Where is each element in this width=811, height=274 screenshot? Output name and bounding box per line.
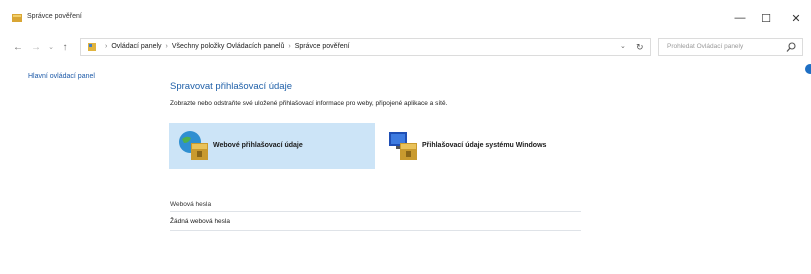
minimize-button[interactable]: — bbox=[728, 6, 752, 30]
recent-locations-button[interactable]: ⌄ bbox=[44, 39, 58, 55]
address-bar[interactable]: › Ovládací panely › Všechny položky Ovládac… bbox=[80, 38, 651, 56]
web-passwords-empty-message: Žádná webová hesla bbox=[170, 215, 581, 231]
back-button[interactable]: ← bbox=[11, 39, 25, 55]
help-icon[interactable] bbox=[804, 64, 811, 74]
navigation-bar: ← → ⌄ ↑ › Ovládací panely › Všechny položky… bbox=[0, 36, 811, 58]
web-passwords-header[interactable]: Webová hesla bbox=[170, 199, 581, 212]
breadcrumb-control-panel[interactable]: Ovládací panely bbox=[111, 43, 161, 50]
control-panel-icon bbox=[88, 43, 96, 51]
breadcrumb-separator: › bbox=[105, 43, 108, 50]
title-bar: Správce pověření — ☐ ✕ bbox=[0, 0, 811, 36]
breadcrumb-credential-manager[interactable]: Správce pověření bbox=[295, 43, 350, 50]
sidebar-link-control-panel-home[interactable]: Hlavní ovládací panel bbox=[28, 71, 95, 82]
address-history-button[interactable]: ⌄ bbox=[620, 41, 626, 53]
breadcrumb: › Ovládací panely › Všechny položky Ovládac… bbox=[101, 41, 350, 53]
web-credentials-label: Webové přihlašovací údaje bbox=[213, 142, 303, 149]
page-title: Spravovat přihlašovací údaje bbox=[170, 81, 292, 92]
forward-button[interactable]: → bbox=[29, 39, 43, 55]
breadcrumb-separator: › bbox=[288, 43, 291, 50]
windows-credentials-label: Přihlašovací údaje systému Windows bbox=[422, 142, 547, 149]
search-input[interactable]: Prohledat Ovládací panely bbox=[667, 41, 743, 53]
search-icon bbox=[786, 42, 796, 52]
search-box[interactable]: Prohledat Ovládací panely bbox=[658, 38, 803, 56]
up-button[interactable]: ↑ bbox=[58, 39, 72, 55]
windows-credentials-tile[interactable]: Přihlašovací údaje systému Windows bbox=[378, 123, 584, 169]
windows-credentials-icon bbox=[389, 132, 417, 160]
credential-manager-icon bbox=[12, 14, 22, 22]
close-button[interactable]: ✕ bbox=[784, 6, 808, 30]
page-description: Zobrazte nebo odstraňte své uložené přih… bbox=[170, 100, 448, 107]
refresh-button[interactable]: ↻ bbox=[636, 40, 644, 54]
web-credentials-tile[interactable]: Webové přihlašovací údaje bbox=[169, 123, 375, 169]
maximize-button[interactable]: ☐ bbox=[754, 6, 778, 30]
breadcrumb-separator: › bbox=[165, 43, 168, 50]
window-title: Správce pověření bbox=[27, 13, 82, 20]
web-credentials-icon bbox=[179, 131, 208, 160]
breadcrumb-all-items[interactable]: Všechny položky Ovládacích panelů bbox=[172, 43, 284, 50]
